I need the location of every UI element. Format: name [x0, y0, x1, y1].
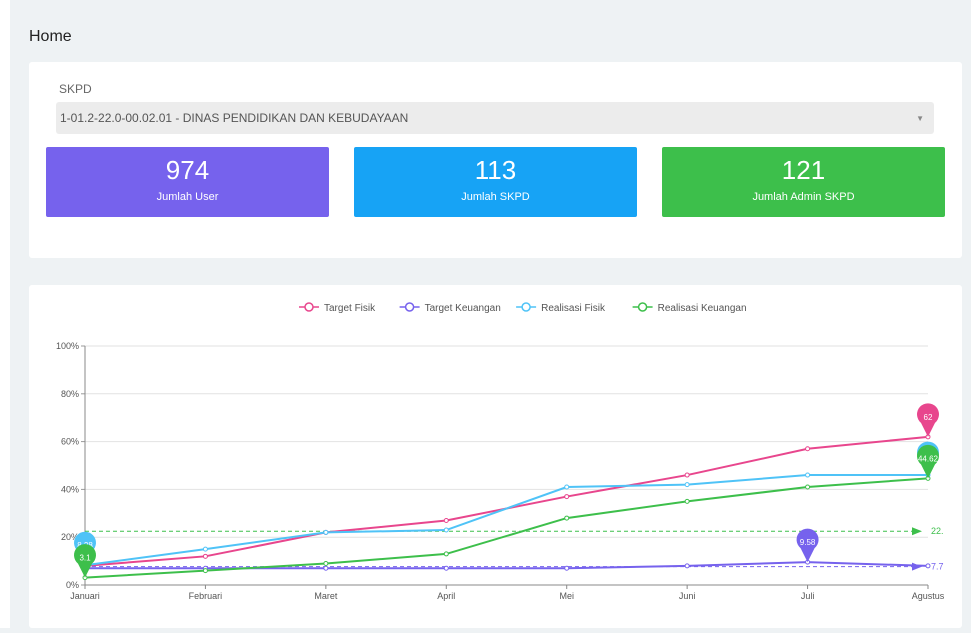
page-title: Home — [29, 28, 72, 45]
x-tick-label: Februari — [189, 591, 223, 601]
x-tick-label: Juni — [679, 591, 696, 601]
data-point — [564, 515, 570, 521]
data-point — [202, 568, 208, 574]
average-line-label: 7.7 — [931, 562, 944, 572]
data-point — [805, 472, 811, 478]
skpd-label: SKPD — [59, 82, 92, 96]
legend-item[interactable]: Target Fisik — [299, 302, 376, 314]
point-marker: 9.58 — [796, 528, 819, 563]
data-point — [443, 551, 449, 557]
marker-label: 3.1 — [79, 554, 91, 563]
data-point — [684, 472, 690, 478]
legend-label: Target Fisik — [324, 303, 376, 314]
y-tick-label: 0% — [66, 580, 79, 590]
summary-card: SKPD 1-01.2-22.0-00.02.01 - DINAS PENDID… — [29, 62, 962, 258]
stat-label: Jumlah Admin SKPD — [752, 191, 855, 203]
legend-item[interactable]: Target Keuangan — [399, 302, 501, 314]
legend-item[interactable]: Realisasi Fisik — [516, 302, 606, 314]
data-point — [564, 565, 570, 571]
y-tick-label: 100% — [56, 341, 79, 351]
line-chart: Target Fisik Target Keuangan Realisasi Fis… — [56, 302, 945, 601]
stat-value: 113 — [474, 155, 517, 185]
x-tick-label: Mei — [559, 591, 574, 601]
data-point — [202, 546, 208, 552]
data-point — [323, 560, 329, 566]
legend-label: Realisasi Keuangan — [658, 303, 747, 314]
data-point — [684, 498, 690, 504]
point-marker: 62 — [917, 403, 940, 437]
series-line — [85, 561, 929, 570]
data-point — [925, 563, 931, 569]
average-line-label: 22. — [931, 526, 944, 536]
y-tick-label: 40% — [61, 484, 79, 494]
legend-label: Target Keuangan — [425, 303, 501, 314]
marker-label: 9.58 — [800, 538, 816, 547]
x-tick-label: Agustus — [912, 591, 945, 601]
marker-label: 44.62 — [918, 454, 939, 463]
data-point — [323, 529, 329, 535]
data-point — [323, 565, 329, 571]
skpd-select[interactable]: 1-01.2-22.0-00.02.01 - DINAS PENDIDIKAN … — [56, 102, 934, 134]
stat-value: 974 — [165, 155, 210, 185]
marker-label: 62 — [924, 413, 933, 422]
y-tick-label: 60% — [61, 437, 79, 447]
data-point — [443, 517, 449, 523]
legend-marker — [404, 302, 415, 312]
data-point — [443, 527, 449, 533]
legend-label: Realisasi Fisik — [541, 303, 606, 314]
data-point — [564, 484, 570, 490]
average-line-arrow — [912, 527, 922, 536]
legend-marker — [304, 302, 314, 312]
data-point — [443, 565, 449, 571]
data-point — [684, 482, 690, 488]
legend-marker — [521, 302, 531, 312]
caret-down-icon: ▼ — [916, 113, 924, 123]
skpd-select-value: 1-01.2-22.0-00.02.01 - DINAS PENDIDIKAN … — [60, 111, 409, 125]
stat-jumlah-admin-skpd: 121 Jumlah Admin SKPD — [662, 147, 945, 217]
sidebar-edge — [0, 0, 10, 628]
point-marker: 44.62 — [917, 444, 940, 479]
y-tick-label: 80% — [61, 389, 79, 399]
data-point — [684, 563, 690, 569]
data-point — [805, 484, 811, 490]
x-tick-label: Maret — [314, 591, 338, 601]
stat-label: Jumlah User — [156, 191, 219, 203]
legend-item[interactable]: Realisasi Keuangan — [632, 302, 747, 314]
stat-value: 121 — [781, 155, 826, 185]
x-tick-label: April — [437, 591, 455, 601]
data-point — [564, 494, 570, 500]
chart-card: Target Fisik Target Keuangan Realisasi Fis… — [29, 285, 962, 628]
point-marker: 3.1 — [74, 544, 96, 578]
stat-label: Jumlah SKPD — [461, 191, 530, 203]
data-point — [805, 446, 811, 452]
x-tick-label: Juli — [801, 591, 815, 601]
legend-marker — [637, 302, 648, 312]
x-tick-label: Januari — [70, 591, 100, 601]
data-point — [202, 553, 208, 559]
stat-jumlah-user: 974 Jumlah User — [46, 147, 329, 217]
stat-jumlah-skpd: 113 Jumlah SKPD — [354, 147, 637, 217]
